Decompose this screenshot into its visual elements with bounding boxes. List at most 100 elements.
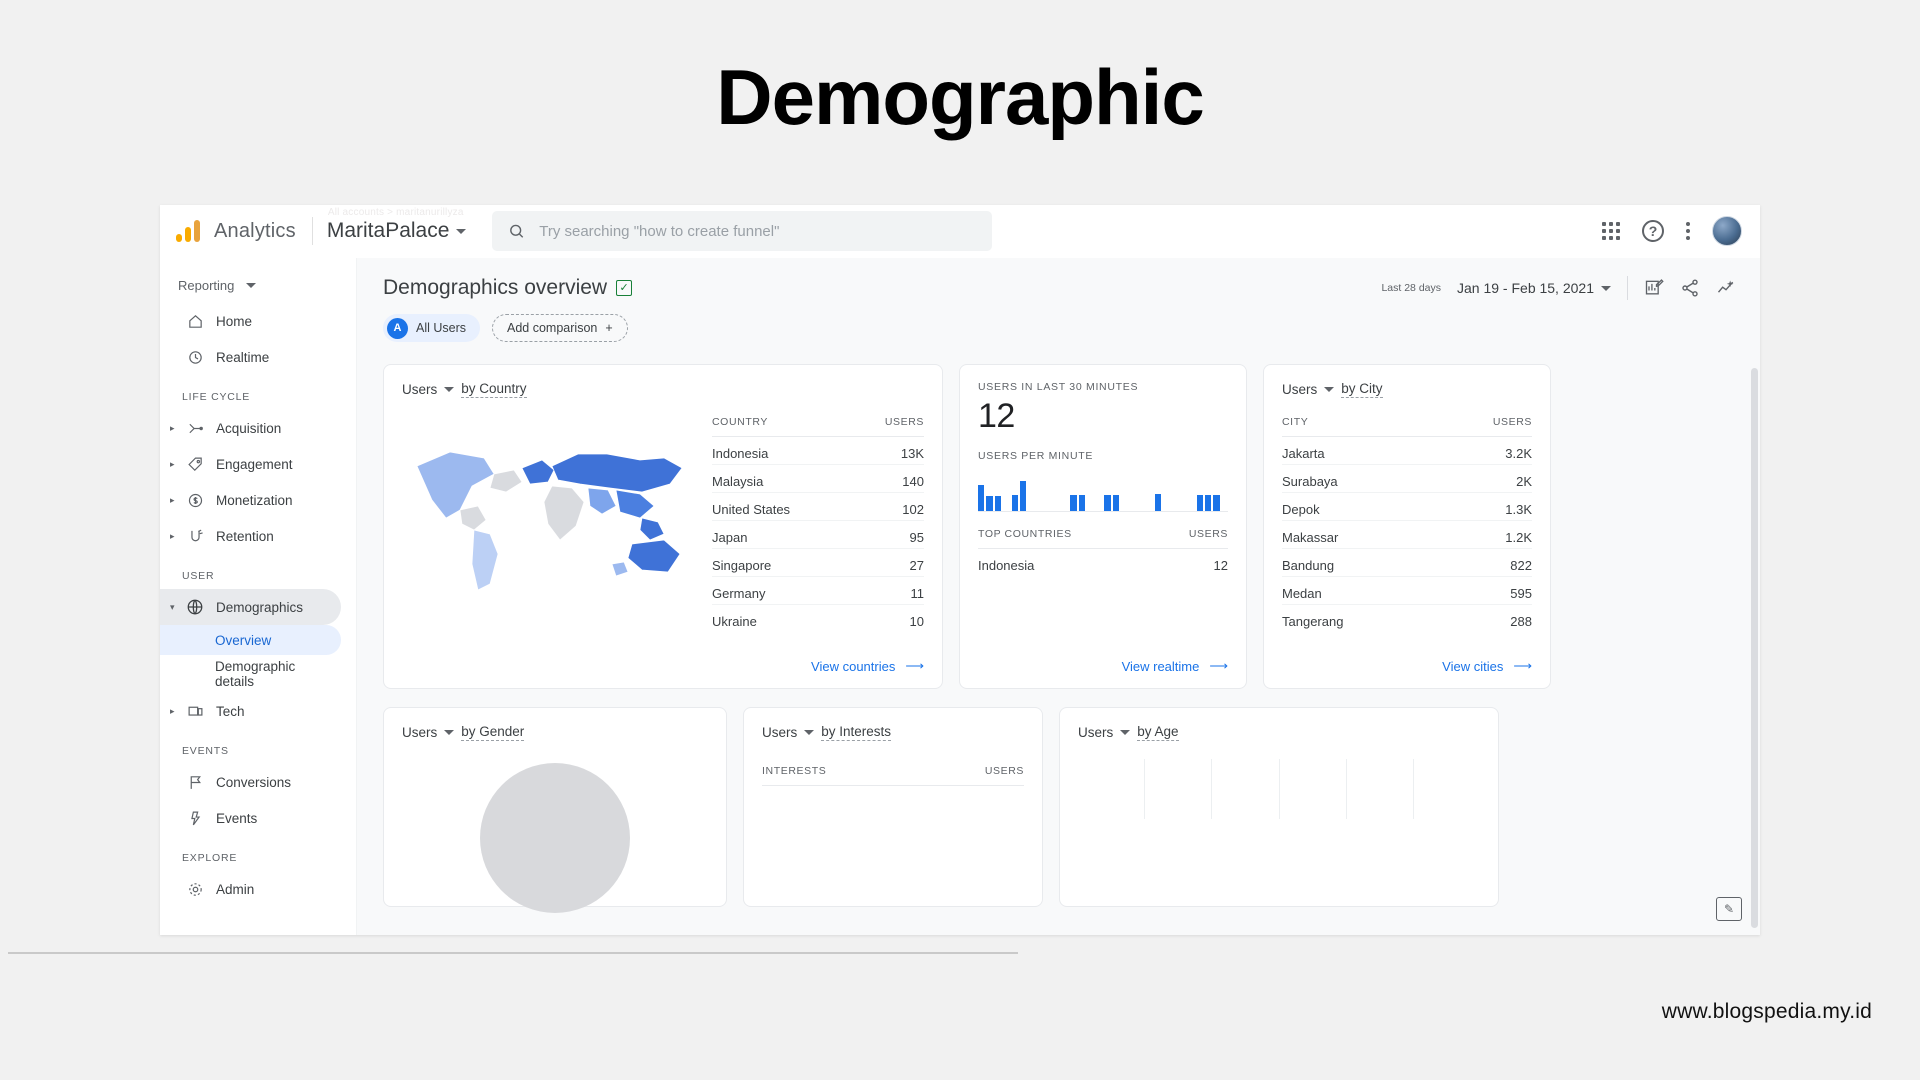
card-title[interactable]: Users by City — [1282, 381, 1532, 398]
column-header-users: USERS — [1435, 416, 1532, 437]
search-box[interactable] — [492, 211, 992, 251]
feedback-icon[interactable]: ✎ — [1716, 897, 1742, 921]
city-users: 2K — [1435, 465, 1532, 493]
column-header-users: USERS — [853, 416, 924, 437]
date-range-picker[interactable]: Jan 19 - Feb 15, 2021 — [1457, 280, 1611, 296]
apps-grid-icon[interactable] — [1602, 222, 1620, 240]
country-name: Japan — [712, 521, 853, 549]
more-options-icon[interactable] — [1686, 222, 1690, 240]
sidebar-item-conversions[interactable]: Conversions — [160, 764, 341, 800]
city-users: 1.2K — [1435, 521, 1532, 549]
sidebar-item-label: Realtime — [208, 350, 269, 365]
sidebar-subitem-overview[interactable]: Overview — [160, 625, 341, 655]
table-row[interactable]: Japan 95 — [712, 521, 924, 549]
add-comparison-button[interactable]: Add comparison + — [492, 314, 628, 342]
view-realtime-link[interactable]: View realtime ⟶ — [1122, 658, 1228, 674]
card-title[interactable]: Users by Age — [1078, 724, 1480, 741]
sidebar-item-retention[interactable]: ▸ Retention — [160, 518, 341, 554]
table-row[interactable]: United States 102 — [712, 493, 924, 521]
sidebar-subitem-demographic-details[interactable]: Demographic details — [160, 655, 341, 693]
table-row[interactable]: Surabaya 2K — [1282, 465, 1532, 493]
world-map-chart[interactable] — [402, 414, 702, 632]
sidebar-item-acquisition[interactable]: ▸ Acquisition — [160, 410, 341, 446]
table-row[interactable]: Medan 595 — [1282, 577, 1532, 605]
city-users: 288 — [1435, 605, 1532, 633]
clock-icon — [182, 349, 208, 366]
sidebar-item-engagement[interactable]: ▸ Engagement — [160, 446, 341, 482]
property-selector[interactable]: All accounts > maritanurillyza MaritaPal… — [327, 219, 479, 243]
metric-selector-label: Users — [1282, 382, 1317, 397]
chevron-down-icon — [804, 730, 814, 735]
age-bar-chart[interactable] — [1078, 759, 1480, 819]
table-row[interactable]: Indonesia 13K — [712, 437, 924, 465]
table-row[interactable]: Singapore 27 — [712, 549, 924, 577]
column-header-users: USERS — [1154, 528, 1228, 549]
country-users: 11 — [853, 577, 924, 605]
sidebar: Reporting Home — [160, 258, 356, 935]
google-analytics-window: Analytics All accounts > maritanurillyza… — [160, 205, 1760, 935]
insights-icon[interactable] — [1716, 278, 1736, 298]
table-row[interactable]: Ukraine 10 — [712, 605, 924, 633]
country-users: 10 — [853, 605, 924, 633]
gender-donut-chart[interactable] — [402, 741, 708, 913]
arrow-right-icon: ⟶ — [1209, 658, 1228, 674]
topbar-divider — [312, 217, 313, 245]
realtime-country-name: Indonesia — [978, 549, 1154, 577]
metric-selector-label: Users — [402, 725, 437, 740]
help-icon[interactable]: ? — [1642, 220, 1664, 242]
avatar[interactable] — [1712, 216, 1742, 246]
realtime-value: 12 — [978, 397, 1228, 436]
table-row[interactable]: Indonesia 12 — [978, 549, 1228, 577]
events-icon — [182, 810, 208, 827]
table-row[interactable]: Tangerang 288 — [1282, 605, 1532, 633]
city-name: Surabaya — [1282, 465, 1435, 493]
users-per-minute-chart[interactable] — [978, 470, 1228, 512]
cards-row-bottom: Users by Gender Users by Interests — [357, 689, 1760, 907]
globe-icon — [182, 598, 208, 616]
sidebar-item-monetization[interactable]: ▸ Monetization — [160, 482, 341, 518]
table-row[interactable]: Jakarta 3.2K — [1282, 437, 1532, 465]
table-row[interactable]: Germany 11 — [712, 577, 924, 605]
metric-selector-label: Users — [762, 725, 797, 740]
city-table-body: Jakarta 3.2K Surabaya 2K Depok 1.3K — [1282, 437, 1532, 633]
edit-chart-icon[interactable] — [1644, 278, 1664, 298]
sidebar-section-life-cycle: LIFE CYCLE — [160, 375, 355, 410]
column-header-users: USERS — [925, 765, 1024, 786]
table-row[interactable]: Bandung 822 — [1282, 549, 1532, 577]
card-users-by-interests: Users by Interests INTERESTS USERS — [743, 707, 1043, 907]
card-title[interactable]: Users by Gender — [402, 724, 708, 741]
column-header-city: CITY — [1282, 416, 1435, 437]
view-cities-link[interactable]: View cities ⟶ — [1442, 658, 1532, 674]
date-range-prefix: Last 28 days — [1381, 282, 1441, 294]
country-name: Germany — [712, 577, 853, 605]
chevron-right-icon: ▸ — [170, 495, 182, 506]
table-row[interactable]: Depok 1.3K — [1282, 493, 1532, 521]
share-icon[interactable] — [1680, 278, 1700, 298]
card-title[interactable]: Users by Country — [402, 381, 924, 398]
save-report-icon[interactable]: ✓ — [616, 280, 632, 296]
view-countries-link[interactable]: View countries ⟶ — [811, 658, 924, 674]
sidebar-item-tech[interactable]: ▸ Tech — [160, 693, 341, 729]
account-breadcrumb: All accounts > maritanurillyza — [328, 207, 464, 218]
sidebar-item-realtime[interactable]: Realtime — [160, 339, 341, 375]
top-countries-table-body: Indonesia 12 — [978, 549, 1228, 577]
table-row[interactable]: Makassar 1.2K — [1282, 521, 1532, 549]
search-input[interactable] — [539, 223, 976, 240]
vertical-scrollbar[interactable] — [1751, 368, 1758, 928]
sidebar-item-admin[interactable]: Admin — [160, 871, 341, 907]
world-map-svg — [402, 414, 702, 604]
sidebar-item-events[interactable]: Events — [160, 800, 341, 836]
chip-all-users[interactable]: A All Users — [383, 314, 480, 342]
sidebar-item-label: Monetization — [208, 493, 293, 508]
realtime-country-users: 12 — [1154, 549, 1228, 577]
sidebar-item-demographics[interactable]: ▾ Demographics — [160, 589, 341, 625]
sidebar-item-home[interactable]: Home — [160, 303, 341, 339]
age-column — [1413, 759, 1480, 819]
brand-area[interactable]: Analytics — [160, 220, 296, 243]
country-users: 95 — [853, 521, 924, 549]
sidebar-reporting-switcher[interactable]: Reporting — [160, 268, 355, 303]
country-name: Ukraine — [712, 605, 853, 633]
card-title[interactable]: Users by Interests — [762, 724, 1024, 741]
age-column — [1346, 759, 1413, 819]
table-row[interactable]: Malaysia 140 — [712, 465, 924, 493]
